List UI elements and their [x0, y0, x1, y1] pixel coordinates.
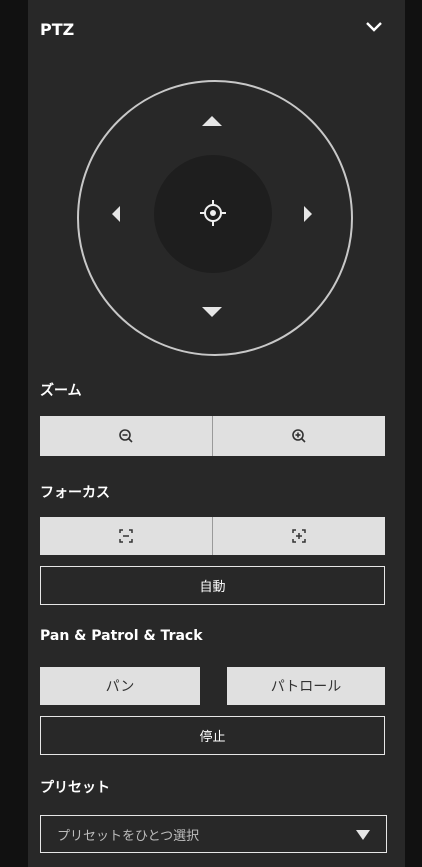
- focus-near-button[interactable]: [40, 517, 212, 555]
- arrow-up-icon[interactable]: [202, 116, 222, 126]
- arrow-left-icon[interactable]: [112, 206, 120, 222]
- focus-auto-button[interactable]: 自動: [40, 566, 385, 605]
- preset-select-placeholder: プリセットをひとつ選択: [57, 828, 200, 844]
- stop-button[interactable]: 停止: [40, 716, 385, 755]
- caret-down-icon: [356, 830, 370, 840]
- focus-far-button[interactable]: [213, 517, 385, 555]
- panel-title: PTZ: [40, 20, 75, 39]
- preset-title: プリセット: [40, 780, 110, 796]
- chevron-down-icon[interactable]: [365, 20, 383, 34]
- ptz-panel: PTZ ズーム フォーカス 自動 Pan & Patrol & Track パン…: [28, 0, 405, 867]
- arrow-right-icon[interactable]: [304, 206, 312, 222]
- arrow-down-icon[interactable]: [202, 307, 222, 317]
- zoom-in-icon: [292, 429, 306, 443]
- pan-patrol-title: Pan & Patrol & Track: [40, 628, 203, 644]
- focus-title: フォーカス: [40, 485, 110, 501]
- zoom-title: ズーム: [40, 383, 82, 399]
- pan-button[interactable]: パン: [40, 667, 200, 705]
- zoom-out-icon: [119, 429, 133, 443]
- patrol-button[interactable]: パトロール: [227, 667, 385, 705]
- focus-near-icon: [119, 529, 133, 543]
- focus-far-icon: [292, 529, 306, 543]
- crosshair-icon[interactable]: [198, 198, 228, 228]
- zoom-in-button[interactable]: [213, 416, 385, 456]
- zoom-out-button[interactable]: [40, 416, 212, 456]
- preset-select[interactable]: プリセットをひとつ選択: [40, 815, 387, 853]
